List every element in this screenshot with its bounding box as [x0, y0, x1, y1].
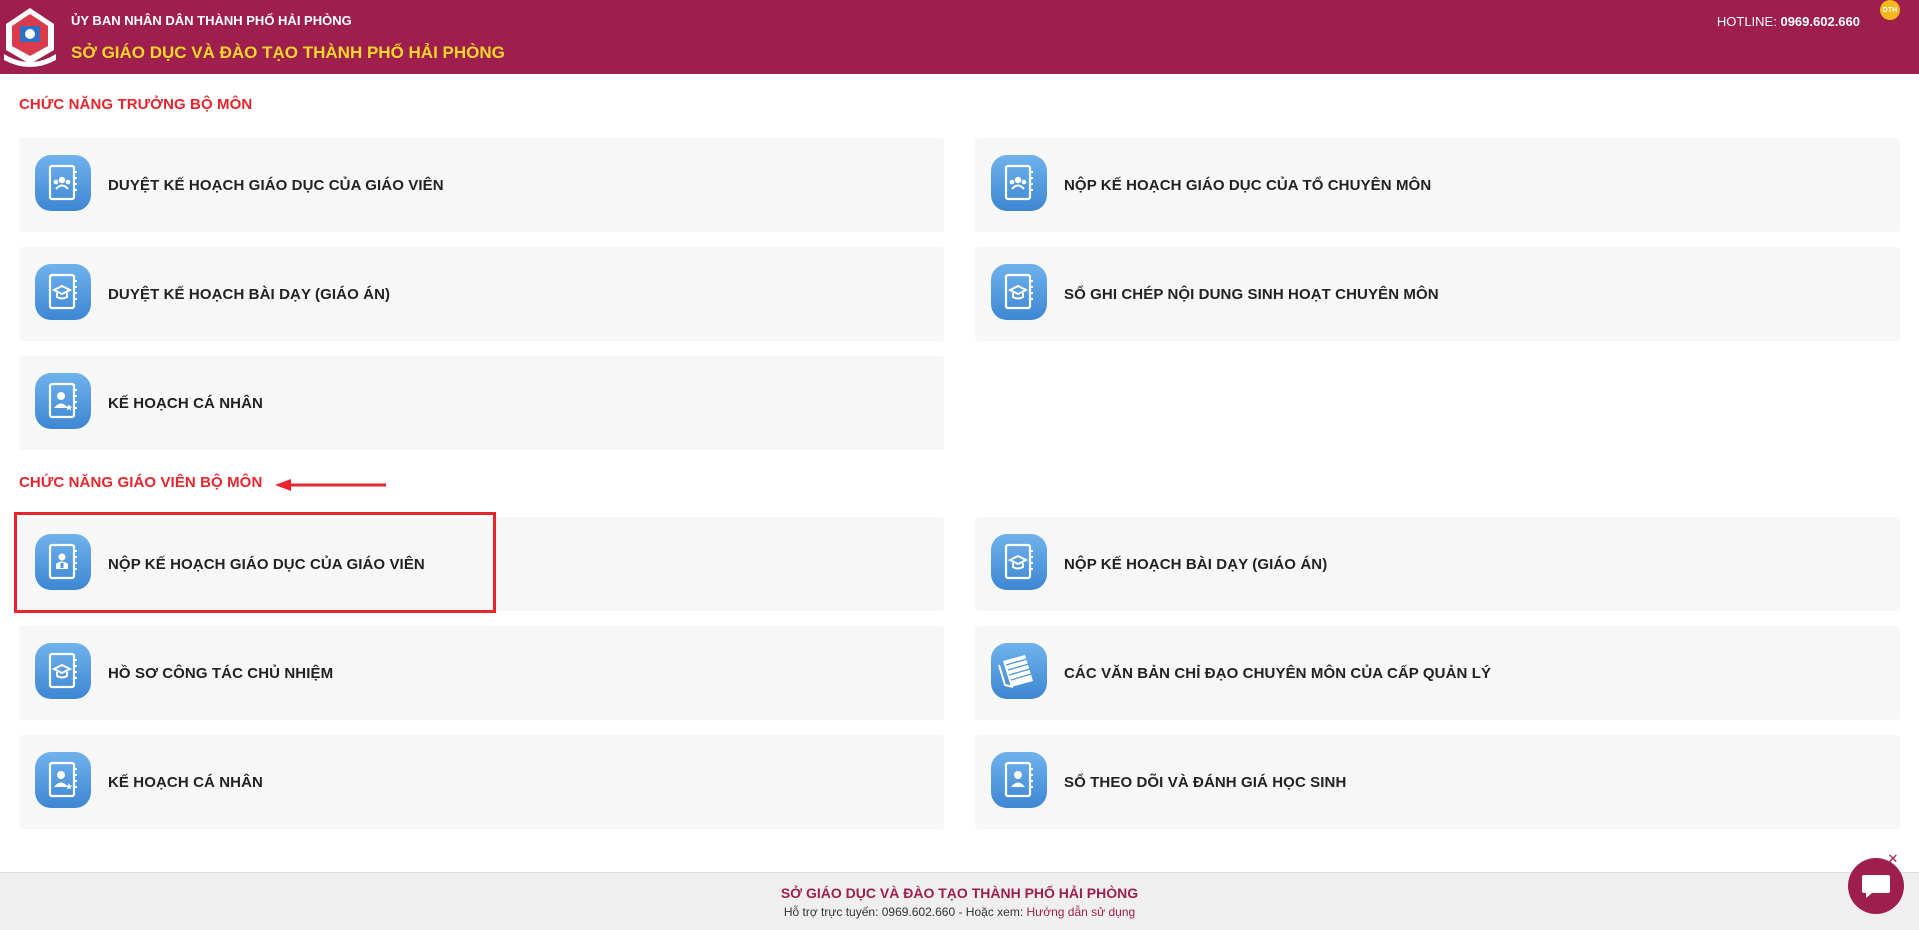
section-title-teacher: CHỨC NĂNG GIÁO VIÊN BỘ MÔN — [19, 474, 263, 491]
chat-button[interactable] — [1848, 858, 1904, 914]
chat-bubble-icon — [1862, 875, 1890, 898]
teacher-icon — [33, 532, 93, 592]
graduation-cap-icon — [33, 641, 93, 701]
card-teacher-submit-lesson-plan[interactable]: NỘP KẾ HOẠCH BÀI DẠY (GIÁO ÁN) — [975, 517, 1900, 611]
card-head-personal-plan[interactable]: KẾ HOẠCH CÁ NHÂN — [19, 356, 944, 450]
annotation-arrow-icon — [275, 479, 386, 491]
card-head-approve-teacher-plan[interactable]: DUYỆT KẾ HOẠCH GIÁO DỤC CỦA GIÁO VIÊN — [19, 138, 944, 232]
hotline-label: HOTLINE: — [1716, 14, 1777, 29]
card-label: HỒ SƠ CÔNG TÁC CHỦ NHIỆM — [108, 664, 334, 682]
support-text: Hỗ trợ trực tuyến: 0969.602.660 - Hoặc x… — [783, 905, 1024, 919]
documents-icon — [991, 643, 1047, 699]
card-label: SỔ THEO DÕI VÀ ĐÁNH GIÁ HỌC SINH — [1064, 773, 1347, 791]
card-label: SỔ GHI CHÉP NỘI DUNG SINH HOẠT CHUYÊN MÔ… — [1064, 285, 1439, 303]
card-teacher-homeroom-records[interactable]: HỒ SƠ CÔNG TÁC CHỦ NHIỆM — [19, 626, 944, 720]
card-label: KẾ HOẠCH CÁ NHÂN — [108, 394, 263, 412]
card-label: DUYỆT KẾ HOẠCH BÀI DẠY (GIÁO ÁN) — [108, 285, 391, 303]
section-title-head: CHỨC NĂNG TRƯỞNG BỘ MÔN — [19, 96, 253, 113]
site-header: ỦY BAN NHÂN DÂN THÀNH PHỐ HẢI PHÒNG SỞ G… — [0, 0, 1919, 74]
group-icon — [989, 153, 1049, 213]
card-label: NỘP KẾ HOẠCH BÀI DẠY (GIÁO ÁN) — [1064, 555, 1328, 573]
card-teacher-student-tracking[interactable]: SỔ THEO DÕI VÀ ĐÁNH GIÁ HỌC SINH — [975, 735, 1900, 829]
graduation-cap-icon — [989, 532, 1049, 592]
group-icon — [33, 153, 93, 213]
person-icon — [989, 750, 1049, 810]
footer-support: Hỗ trợ trực tuyến: 0969.602.660 - Hoặc x… — [0, 905, 1919, 919]
person-star-icon — [33, 750, 93, 810]
graduation-cap-icon — [33, 262, 93, 322]
card-label: NỘP KẾ HOẠCH GIÁO DỤC CỦA GIÁO VIÊN — [108, 555, 425, 573]
person-star-icon — [33, 371, 93, 431]
card-label: DUYỆT KẾ HOẠCH GIÁO DỤC CỦA GIÁO VIÊN — [108, 176, 444, 194]
department-name: SỞ GIÁO DỤC VÀ ĐÀO TẠO THÀNH PHỐ HẢI PHÒ… — [71, 43, 505, 62]
hotline-number: 0969.602.660 — [1780, 14, 1860, 29]
card-teacher-personal-plan[interactable]: KẾ HOẠCH CÁ NHÂN — [19, 735, 944, 829]
close-icon[interactable]: ✕ — [1886, 852, 1900, 866]
footer-title: SỞ GIÁO DỤC VÀ ĐÀO TẠO THÀNH PHỐ HẢI PHÒ… — [780, 885, 1139, 901]
card-head-meeting-notes[interactable]: SỔ GHI CHÉP NỘI DUNG SINH HOẠT CHUYÊN MÔ… — [975, 247, 1900, 341]
card-label: CÁC VĂN BẢN CHỈ ĐẠO CHUYÊN MÔN CỦA CẤP Q… — [1064, 664, 1492, 682]
graduation-cap-icon — [989, 262, 1049, 322]
card-teacher-submit-plan[interactable]: NỘP KẾ HOẠCH GIÁO DỤC CỦA GIÁO VIÊN — [19, 517, 944, 611]
card-label: KẾ HOẠCH CÁ NHÂN — [108, 773, 263, 791]
card-head-approve-lesson-plan[interactable]: DUYỆT KẾ HOẠCH BÀI DẠY (GIÁO ÁN) — [19, 247, 944, 341]
card-teacher-directive-docs[interactable]: CÁC VĂN BẢN CHỈ ĐẠO CHUYÊN MÔN CỦA CẤP Q… — [975, 626, 1900, 720]
logo-icon[interactable] — [2, 4, 58, 68]
card-head-submit-dept-plan[interactable]: NỘP KẾ HOẠCH GIÁO DỤC CỦA TỔ CHUYÊN MÔN — [975, 138, 1900, 232]
card-label: NỘP KẾ HOẠCH GIÁO DỤC CỦA TỔ CHUYÊN MÔN — [1064, 176, 1432, 194]
hotline: HOTLINE: 0969.602.660 — [1717, 14, 1860, 29]
user-badge[interactable]: DTH — [1880, 0, 1900, 20]
site-footer: SỞ GIÁO DỤC VÀ ĐÀO TẠO THÀNH PHỐ HẢI PHÒ… — [0, 872, 1919, 930]
org-name: ỦY BAN NHÂN DÂN THÀNH PHỐ HẢI PHÒNG — [71, 13, 352, 28]
guide-link[interactable]: Hướng dẫn sử dụng — [1027, 905, 1136, 919]
